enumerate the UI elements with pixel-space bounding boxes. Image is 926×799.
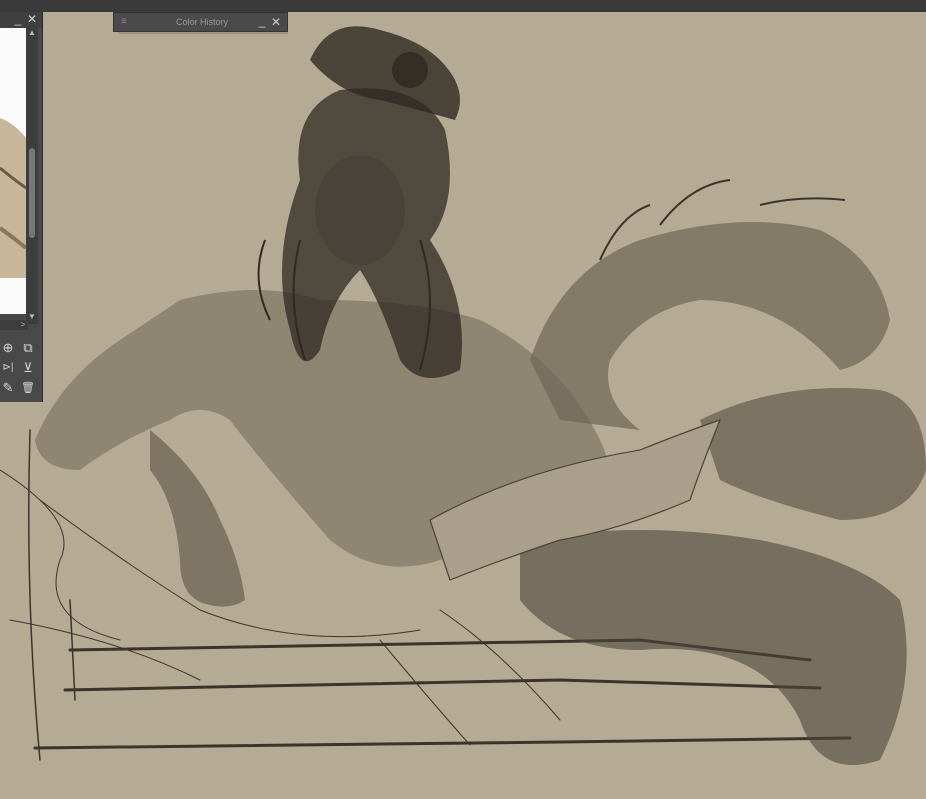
minimize-icon[interactable]: _: [12, 12, 24, 26]
artwork-sketch: [0, 26, 926, 765]
flip-vertical-icon[interactable]: ⊻: [20, 360, 36, 376]
color-history-panel[interactable]: ≡ Color History _ ✕: [113, 12, 288, 32]
drawing-canvas[interactable]: [0, 12, 926, 799]
grip-icon[interactable]: ≡: [121, 16, 131, 28]
color-history-title: Color History: [176, 17, 229, 27]
edit-icon[interactable]: ✎: [0, 380, 16, 396]
flip-horizontal-icon[interactable]: ⊳|: [0, 360, 16, 376]
navigator-header: _ ✕: [0, 12, 42, 28]
navigator-horizontal-scrollbar[interactable]: >: [0, 320, 28, 330]
preview-thumbnail: [0, 28, 28, 314]
trash-icon[interactable]: 🗑: [20, 380, 36, 396]
scrollbar-thumb[interactable]: [29, 148, 35, 238]
scroll-right-icon[interactable]: >: [18, 320, 28, 330]
scroll-up-icon[interactable]: ▲: [26, 28, 38, 38]
zoom-fit-icon[interactable]: ⊕: [0, 340, 16, 356]
navigator-preview[interactable]: [0, 28, 28, 314]
close-icon[interactable]: ✕: [270, 15, 282, 29]
zoom-rect-icon[interactable]: ⧉: [20, 340, 36, 356]
close-icon[interactable]: ✕: [26, 12, 38, 26]
navigator-vertical-scrollbar[interactable]: ▲ ▼: [26, 28, 38, 324]
navigator-panel: _ ✕ ▲ ▼ > ⊕ ⧉ ⊳| ⊻ ✎ 🗑: [0, 12, 43, 402]
minimize-icon[interactable]: _: [256, 14, 268, 28]
